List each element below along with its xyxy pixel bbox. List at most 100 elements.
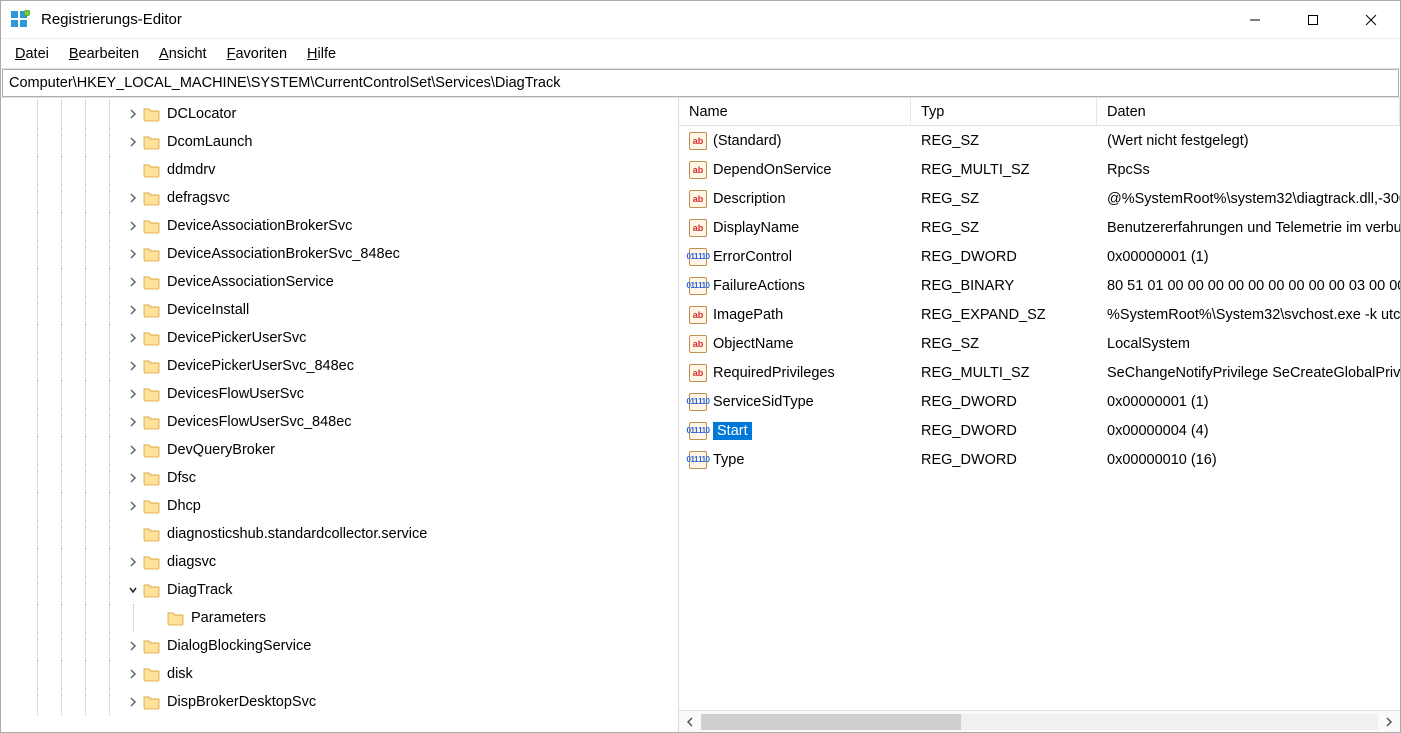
tree-item[interactable]: DeviceAssociationBrokerSvc_848ec: [1, 240, 678, 268]
tree-item[interactable]: DevQueryBroker: [1, 436, 678, 464]
chevron-right-icon[interactable]: [125, 358, 141, 374]
column-header-name[interactable]: Name: [679, 98, 911, 125]
values-body[interactable]: ab(Standard)REG_SZ(Wert nicht festgelegt…: [679, 126, 1400, 710]
value-row[interactable]: abDescriptionREG_SZ@%SystemRoot%\system3…: [679, 184, 1400, 213]
chevron-right-icon[interactable]: [125, 330, 141, 346]
tree-item[interactable]: DeviceAssociationService: [1, 268, 678, 296]
chevron-right-icon[interactable]: [125, 302, 141, 318]
value-row[interactable]: abObjectNameREG_SZLocalSystem: [679, 329, 1400, 358]
value-type: REG_MULTI_SZ: [911, 365, 1097, 381]
binary-value-icon: 011 110: [689, 277, 707, 295]
horizontal-scrollbar[interactable]: [679, 710, 1400, 732]
folder-icon: [167, 610, 185, 626]
chevron-right-icon[interactable]: [125, 190, 141, 206]
value-data: 0x00000004 (4): [1097, 423, 1400, 439]
chevron-right-icon[interactable]: [125, 470, 141, 486]
chevron-right-icon[interactable]: [125, 134, 141, 150]
scroll-left-button[interactable]: [679, 712, 701, 732]
tree-item[interactable]: DeviceInstall: [1, 296, 678, 324]
tree-item[interactable]: DcomLaunch: [1, 128, 678, 156]
folder-icon: [143, 190, 161, 206]
titlebar: Registrierungs-Editor: [1, 1, 1400, 39]
menu-bearbeiten[interactable]: Bearbeiten: [61, 43, 147, 65]
chevron-right-icon[interactable]: [125, 694, 141, 710]
value-row[interactable]: 011 110StartREG_DWORD0x00000004 (4): [679, 416, 1400, 445]
tree-item[interactable]: ddmdrv: [1, 156, 678, 184]
tree-item[interactable]: DiagTrack: [1, 576, 678, 604]
tree-item[interactable]: DeviceAssociationBrokerSvc: [1, 212, 678, 240]
folder-icon: [143, 554, 161, 570]
value-row[interactable]: abImagePathREG_EXPAND_SZ%SystemRoot%\Sys…: [679, 300, 1400, 329]
tree-item-label: DeviceInstall: [167, 302, 249, 318]
value-row[interactable]: 011 110ServiceSidTypeREG_DWORD0x00000001…: [679, 387, 1400, 416]
tree-item[interactable]: defragsvc: [1, 184, 678, 212]
tree-item-label: ddmdrv: [167, 162, 215, 178]
tree-item[interactable]: DevicePickerUserSvc_848ec: [1, 352, 678, 380]
column-header-data[interactable]: Daten: [1097, 98, 1400, 125]
value-name: (Standard): [713, 133, 782, 149]
tree-item[interactable]: Parameters: [1, 604, 678, 632]
tree-item-label: DevicesFlowUserSvc: [167, 386, 304, 402]
menu-hilfe[interactable]: Hilfe: [299, 43, 344, 65]
tree-item[interactable]: DevicesFlowUserSvc_848ec: [1, 408, 678, 436]
value-type: REG_DWORD: [911, 394, 1097, 410]
value-data: RpcSs: [1097, 162, 1400, 178]
chevron-right-icon[interactable]: [125, 638, 141, 654]
string-value-icon: ab: [689, 364, 707, 382]
tree-item-label: DevicePickerUserSvc_848ec: [167, 358, 354, 374]
menu-favoriten[interactable]: Favoriten: [219, 43, 295, 65]
value-row[interactable]: abDisplayNameREG_SZBenutzererfahrungen u…: [679, 213, 1400, 242]
tree-item[interactable]: disk: [1, 660, 678, 688]
folder-icon: [143, 274, 161, 290]
column-header-type[interactable]: Typ: [911, 98, 1097, 125]
folder-icon: [143, 302, 161, 318]
value-row[interactable]: abRequiredPrivilegesREG_MULTI_SZSeChange…: [679, 358, 1400, 387]
address-bar[interactable]: Computer\HKEY_LOCAL_MACHINE\SYSTEM\Curre…: [2, 69, 1399, 97]
menu-ansicht[interactable]: Ansicht: [151, 43, 215, 65]
value-row[interactable]: 011 110TypeREG_DWORD0x00000010 (16): [679, 445, 1400, 474]
value-type: REG_EXPAND_SZ: [911, 307, 1097, 323]
tree-item-label: DCLocator: [167, 106, 236, 122]
folder-icon: [143, 246, 161, 262]
tree-item-label: DiagTrack: [167, 582, 233, 598]
maximize-button[interactable]: [1284, 1, 1342, 39]
value-row[interactable]: 011 110FailureActionsREG_BINARY80 51 01 …: [679, 271, 1400, 300]
tree-item[interactable]: Dfsc: [1, 464, 678, 492]
menu-datei[interactable]: Datei: [7, 43, 57, 65]
folder-icon: [143, 218, 161, 234]
value-row[interactable]: abDependOnServiceREG_MULTI_SZRpcSs: [679, 155, 1400, 184]
tree-item[interactable]: DispBrokerDesktopSvc: [1, 688, 678, 716]
chevron-right-icon[interactable]: [125, 442, 141, 458]
chevron-right-icon[interactable]: [125, 106, 141, 122]
tree-item[interactable]: DialogBlockingService: [1, 632, 678, 660]
folder-icon: [143, 134, 161, 150]
value-data: 0x00000010 (16): [1097, 452, 1400, 468]
value-row[interactable]: 011 110ErrorControlREG_DWORD0x00000001 (…: [679, 242, 1400, 271]
tree-item[interactable]: DevicesFlowUserSvc: [1, 380, 678, 408]
tree-item[interactable]: DCLocator: [1, 100, 678, 128]
value-row[interactable]: ab(Standard)REG_SZ(Wert nicht festgelegt…: [679, 126, 1400, 155]
tree-pane[interactable]: DCLocatorDcomLaunchddmdrvdefragsvcDevice…: [1, 98, 679, 732]
chevron-right-icon[interactable]: [125, 386, 141, 402]
chevron-right-icon[interactable]: [125, 554, 141, 570]
chevron-right-icon[interactable]: [125, 498, 141, 514]
chevron-right-icon[interactable]: [125, 414, 141, 430]
folder-icon: [143, 694, 161, 710]
minimize-button[interactable]: [1226, 1, 1284, 39]
chevron-right-icon[interactable]: [125, 246, 141, 262]
tree-item[interactable]: DevicePickerUserSvc: [1, 324, 678, 352]
chevron-right-icon[interactable]: [125, 218, 141, 234]
tree-item[interactable]: diagnosticshub.standardcollector.service: [1, 520, 678, 548]
value-type: REG_DWORD: [911, 423, 1097, 439]
tree-item[interactable]: Dhcp: [1, 492, 678, 520]
scroll-right-button[interactable]: [1378, 712, 1400, 732]
scroll-thumb[interactable]: [701, 714, 961, 730]
tree-item[interactable]: diagsvc: [1, 548, 678, 576]
folder-icon: [143, 106, 161, 122]
string-value-icon: ab: [689, 190, 707, 208]
chevron-right-icon[interactable]: [125, 666, 141, 682]
chevron-right-icon[interactable]: [125, 274, 141, 290]
chevron-down-icon[interactable]: [125, 582, 141, 598]
close-button[interactable]: [1342, 1, 1400, 39]
scroll-track[interactable]: [701, 714, 1378, 730]
